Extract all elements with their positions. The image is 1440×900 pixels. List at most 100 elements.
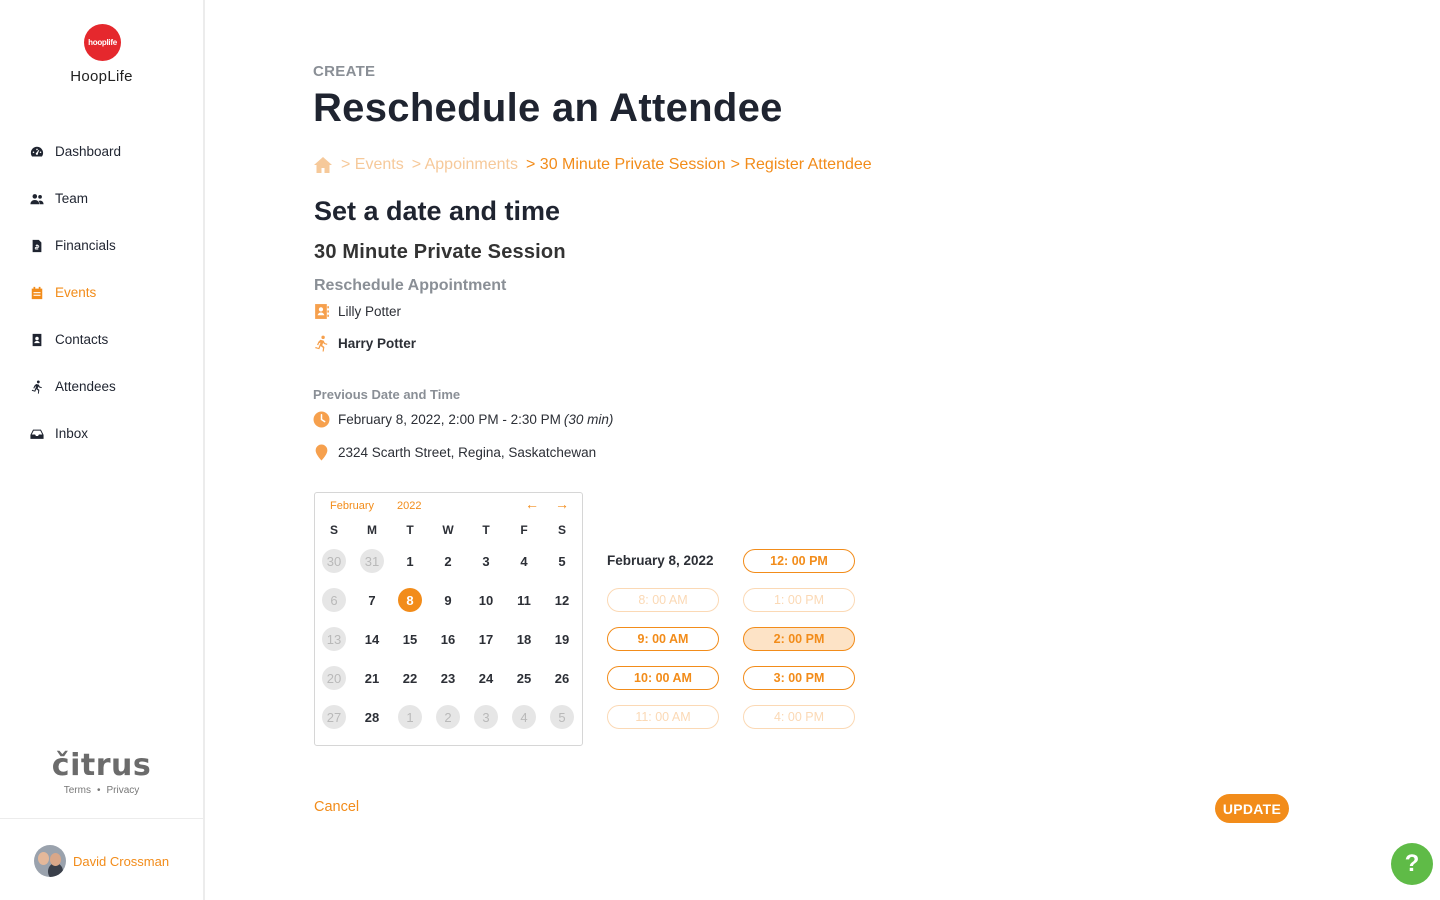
calendar-day[interactable]: 4 bbox=[512, 549, 536, 573]
calendar-day[interactable]: 11 bbox=[512, 588, 536, 612]
sidebar-item-label: Events bbox=[55, 285, 97, 300]
contact-card-icon bbox=[30, 333, 44, 347]
calendar-day[interactable]: 28 bbox=[360, 705, 384, 729]
sidebar-item-attendees[interactable]: Attendees bbox=[0, 363, 203, 410]
calendar-day: 20 bbox=[322, 666, 346, 690]
weekday-header: F bbox=[520, 523, 528, 537]
sidebar-nav: Dashboard Team Financials Events Contact… bbox=[0, 128, 203, 457]
calendar-day: 13 bbox=[322, 627, 346, 651]
map-pin-icon bbox=[313, 444, 330, 461]
sidebar-item-team[interactable]: Team bbox=[0, 175, 203, 222]
sidebar-item-label: Attendees bbox=[55, 379, 116, 394]
sidebar-item-label: Dashboard bbox=[55, 144, 122, 159]
hooplife-logo[interactable]: hooplife bbox=[84, 24, 121, 61]
calendar-day-selected[interactable]: 8 bbox=[398, 588, 422, 612]
sidebar-divider bbox=[0, 818, 203, 819]
location-address: 2324 Scarth Street, Regina, Saskatchewan bbox=[338, 445, 597, 460]
calendar-day[interactable]: 1 bbox=[398, 549, 422, 573]
legal-separator: • bbox=[96, 785, 101, 796]
time-slot-button[interactable]: 10: 00 AM bbox=[607, 666, 719, 690]
sidebar-item-label: Inbox bbox=[55, 426, 89, 441]
time-slot-button: 11: 00 AM bbox=[607, 705, 719, 729]
weekday-header: W bbox=[442, 523, 454, 537]
time-slot-button[interactable]: 12: 00 PM bbox=[743, 549, 855, 573]
calendar-day[interactable]: 24 bbox=[474, 666, 498, 690]
sidebar-item-dashboard[interactable]: Dashboard bbox=[0, 128, 203, 175]
calendar-day[interactable]: 5 bbox=[550, 549, 574, 573]
calendar-day[interactable]: 10 bbox=[474, 588, 498, 612]
calendar-day[interactable]: 21 bbox=[360, 666, 384, 690]
dashboard-icon bbox=[30, 145, 44, 159]
page-kicker: CREATE bbox=[313, 63, 376, 80]
calendar-day[interactable]: 12 bbox=[550, 588, 574, 612]
calendar-day[interactable]: 7 bbox=[360, 588, 384, 612]
breadcrumb-appointments[interactable]: > Appoinments bbox=[412, 156, 518, 174]
arrow-left-icon[interactable]: ← bbox=[525, 496, 539, 512]
calendar-year-select[interactable]: 2022 bbox=[397, 500, 421, 512]
cancel-button[interactable]: Cancel bbox=[314, 799, 359, 815]
avatar bbox=[34, 845, 66, 877]
sidebar-item-label: Financials bbox=[55, 238, 116, 253]
calendar-day: 31 bbox=[360, 549, 384, 573]
citrus-logo: čitrus bbox=[51, 748, 152, 783]
breadcrumb-register-attendee[interactable]: > Register Attendee bbox=[731, 156, 872, 174]
calendar-day[interactable]: 25 bbox=[512, 666, 536, 690]
calendar-day[interactable]: 17 bbox=[474, 627, 498, 651]
time-slot-button[interactable]: 2: 00 PM bbox=[743, 627, 855, 651]
calendar-day: 5 bbox=[550, 705, 574, 729]
team-icon bbox=[30, 192, 44, 206]
calendar-day[interactable]: 16 bbox=[436, 627, 460, 651]
calendar-day[interactable]: 2 bbox=[436, 549, 460, 573]
calendar-day[interactable]: 14 bbox=[360, 627, 384, 651]
calendar-month-select[interactable]: February bbox=[330, 500, 374, 512]
sidebar-item-inbox[interactable]: Inbox bbox=[0, 410, 203, 457]
calendar-day: 1 bbox=[398, 705, 422, 729]
calendar-day[interactable]: 3 bbox=[474, 549, 498, 573]
running-person-icon bbox=[30, 380, 44, 394]
calendar-day: 30 bbox=[322, 549, 346, 573]
brand-name: HoopLife bbox=[70, 68, 133, 85]
time-slot-button: 1: 00 PM bbox=[743, 588, 855, 612]
calendar-day: 2 bbox=[436, 705, 460, 729]
terms-link[interactable]: Terms bbox=[64, 785, 91, 796]
calendar-day: 6 bbox=[322, 588, 346, 612]
contact-name: Lilly Potter bbox=[338, 304, 402, 319]
weekday-header: S bbox=[329, 523, 338, 537]
inbox-icon bbox=[30, 427, 44, 441]
breadcrumb-session[interactable]: > 30 Minute Private Session bbox=[526, 156, 726, 174]
calendar-day[interactable]: 15 bbox=[398, 627, 422, 651]
breadcrumb: > Events > Appoinments > 30 Minute Priva… bbox=[313, 156, 877, 174]
attendee-name: Harry Potter bbox=[338, 336, 417, 351]
calendar-day[interactable]: 23 bbox=[436, 666, 460, 690]
calendar-day[interactable]: 9 bbox=[436, 588, 460, 612]
subsection-title: Reschedule Appointment bbox=[314, 277, 507, 294]
calendar-day[interactable]: 18 bbox=[512, 627, 536, 651]
calendar-day[interactable]: 22 bbox=[398, 666, 422, 690]
sidebar-item-label: Contacts bbox=[55, 332, 109, 347]
previous-datetime-label: Previous Date and Time bbox=[313, 387, 461, 402]
user-profile[interactable]: David Crossman bbox=[34, 845, 169, 877]
running-person-icon bbox=[313, 335, 330, 352]
calendar-day[interactable]: 26 bbox=[550, 666, 574, 690]
update-button[interactable]: UPDATE bbox=[1215, 794, 1289, 823]
breadcrumb-events[interactable]: > Events bbox=[341, 156, 404, 174]
date-picker: February 2022 ← → S M T W T F S 30 31 1 2 3 4 5 6 7 8 9 10… bbox=[314, 492, 583, 746]
calendar-header: February 2022 ← → bbox=[315, 493, 582, 519]
sidebar-item-financials[interactable]: Financials bbox=[0, 222, 203, 269]
privacy-link[interactable]: Privacy bbox=[106, 785, 139, 796]
legal-links: Terms • Privacy bbox=[0, 785, 203, 796]
home-icon[interactable] bbox=[313, 156, 333, 174]
sidebar-item-events[interactable]: Events bbox=[0, 269, 203, 316]
calendar-day: 4 bbox=[512, 705, 536, 729]
arrow-right-icon[interactable]: → bbox=[555, 496, 569, 512]
weekday-header: T bbox=[406, 523, 414, 537]
sidebar-item-contacts[interactable]: Contacts bbox=[0, 316, 203, 363]
calendar-day[interactable]: 19 bbox=[550, 627, 574, 651]
help-button[interactable]: ? bbox=[1391, 843, 1433, 885]
calendar-icon bbox=[30, 286, 44, 300]
previous-datetime-row: February 8, 2022, 2:00 PM - 2:30 PM (30 m… bbox=[313, 411, 613, 428]
time-slot-button[interactable]: 3: 00 PM bbox=[743, 666, 855, 690]
financials-icon bbox=[30, 239, 44, 253]
time-slot-button[interactable]: 9: 00 AM bbox=[607, 627, 719, 651]
session-name: 30 Minute Private Session bbox=[314, 241, 566, 263]
